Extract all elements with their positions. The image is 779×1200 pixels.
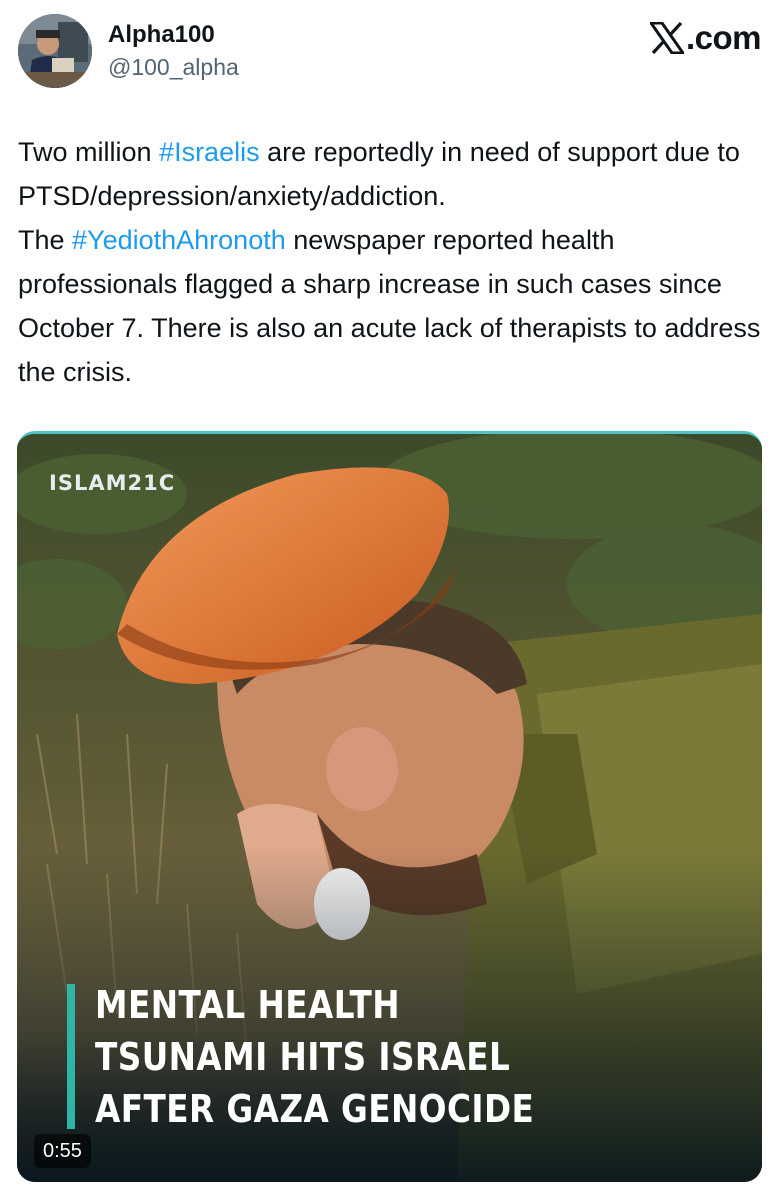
tweet-text-segment: Two million (18, 137, 160, 167)
tweet-text-segment: The (18, 225, 73, 255)
x-com-brand: .com (649, 18, 762, 58)
avatar-photo-icon (18, 14, 92, 88)
channel-watermark: ISLAM21C (49, 471, 176, 495)
headline-line: MENTAL HEALTH (95, 983, 401, 1027)
video-thumbnail[interactable]: ISLAM21C MENTAL HEALTH TSUNAMI HITS ISRA… (17, 431, 762, 1182)
x-logo-icon (649, 22, 684, 54)
tweet-text: Two million #Israelis are reportedly in … (18, 130, 763, 394)
headline-line: TSUNAMI HITS ISRAEL (95, 1035, 511, 1079)
hashtag-link[interactable]: #YediothAhronoth (72, 225, 286, 255)
headline-line: AFTER GAZA GENOCIDE (95, 1087, 535, 1131)
author-display-name[interactable]: Alpha100 (108, 20, 239, 50)
video-headline: MENTAL HEALTH TSUNAMI HITS ISRAEL AFTER … (95, 979, 534, 1135)
headline-accent-bar (67, 984, 75, 1129)
video-duration-badge: 0:55 (34, 1134, 91, 1168)
hashtag-link[interactable]: #Israelis (159, 137, 260, 167)
tweet-header: Alpha100 @100_alpha .com (18, 14, 762, 90)
avatar[interactable] (18, 14, 92, 88)
brand-label: .com (685, 19, 762, 56)
author-handle[interactable]: @100_alpha (108, 52, 239, 82)
